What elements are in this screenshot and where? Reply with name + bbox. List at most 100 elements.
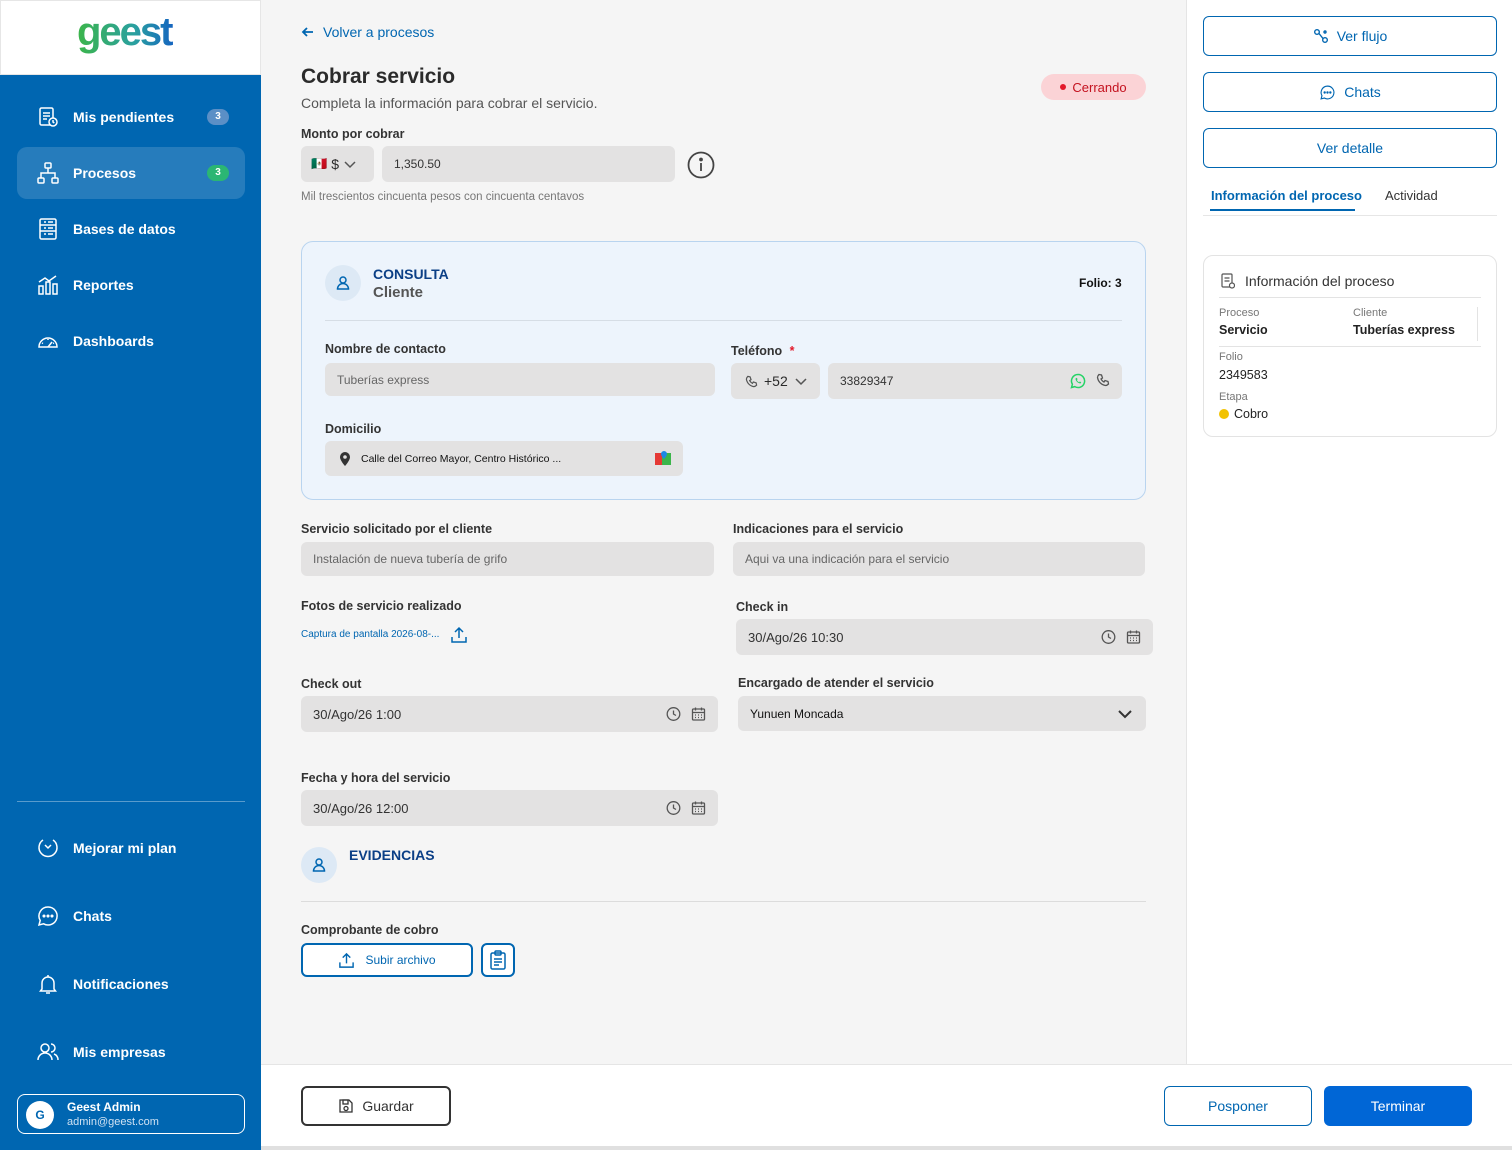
photo-file-link[interactable]: Captura de pantalla 2026-08-...	[301, 629, 439, 640]
assignee-label: Encargado de atender el servicio	[738, 676, 934, 690]
client-avatar	[325, 265, 361, 301]
cliente-value: Tuberías express	[1353, 323, 1455, 337]
sidebar-item-mis-empresas[interactable]: Mis empresas	[17, 1026, 245, 1078]
upgrade-icon	[38, 839, 58, 858]
etapa-value: Cobro	[1219, 407, 1268, 421]
currency-symbol: $	[331, 156, 339, 172]
cliente-label: Cliente	[1353, 307, 1388, 319]
whatsapp-icon[interactable]	[1070, 373, 1086, 389]
currency-select[interactable]: 🇲🇽 $	[301, 146, 374, 182]
chats-label: Chats	[1344, 84, 1381, 100]
view-detail-button[interactable]: Ver detalle	[1203, 128, 1497, 168]
document-icon	[1221, 273, 1235, 289]
calendar-icon[interactable]	[1126, 630, 1141, 645]
user-name: Geest Admin	[67, 1100, 141, 1114]
info-divider	[1219, 346, 1481, 347]
sidebar-item-mis-pendientes[interactable]: Mis pendientes 3	[17, 91, 245, 143]
sidebar-item-label: Procesos	[73, 165, 137, 181]
page-title: Cobrar servicio	[301, 65, 456, 88]
checkout-value: 30/Ago/26 1:00	[313, 706, 402, 722]
checkin-input[interactable]: 30/Ago/26 10:30	[736, 619, 1153, 655]
sidebar: geest Mis pendientes 3 Procesos 3 Bases …	[0, 0, 261, 1150]
chat-icon	[37, 906, 58, 927]
flow-icon	[1313, 29, 1328, 43]
count-badge: 3	[207, 109, 229, 125]
postpone-button[interactable]: Posponer	[1164, 1086, 1312, 1126]
assignee-value: Yunuen Moncada	[750, 706, 844, 721]
back-link[interactable]: Volver a procesos	[301, 24, 434, 40]
folio-label-right: Folio	[1219, 351, 1243, 363]
geest-logo[interactable]: geest	[77, 13, 187, 63]
sidebar-item-label: Mis empresas	[73, 1044, 166, 1060]
sidebar-item-notificaciones[interactable]: Notificaciones	[17, 958, 245, 1010]
info-icon[interactable]	[687, 151, 715, 179]
phone-icon	[745, 375, 758, 387]
back-link-label: Volver a procesos	[323, 24, 435, 40]
tabs-divider	[1203, 215, 1497, 216]
etapa-text: Cobro	[1234, 407, 1269, 421]
view-flow-button[interactable]: Ver flujo	[1203, 16, 1497, 56]
view-flow-label: Ver flujo	[1336, 28, 1388, 44]
user-email: admin@geest.com	[67, 1116, 159, 1128]
service-input[interactable]: Instalación de nueva tubería de grifo	[301, 542, 714, 576]
upload-icon[interactable]	[450, 626, 468, 644]
finish-button[interactable]: Terminar	[1324, 1086, 1472, 1126]
indications-input[interactable]: Aqui va una indicación para el servicio	[733, 542, 1145, 576]
chat-icon	[1320, 85, 1335, 100]
right-panel: Ver flujo Chats Ver detalle Información …	[1186, 0, 1512, 1064]
clipboard-button[interactable]	[481, 943, 515, 977]
clock-icon[interactable]	[1101, 630, 1116, 645]
bell-icon	[39, 975, 57, 994]
phone-input[interactable]: 33829347	[828, 363, 1122, 399]
status-label: Cerrando	[1072, 79, 1127, 95]
sidebar-item-label: Reportes	[73, 277, 134, 293]
logo-area: geest	[0, 0, 261, 75]
user-card[interactable]: G Geest Admin admin@geest.com	[17, 1094, 245, 1134]
datetime-input[interactable]: 30/Ago/26 12:00	[301, 790, 718, 826]
sidebar-item-dashboards[interactable]: Dashboards	[17, 315, 245, 367]
folio-value: 2349583	[1219, 368, 1268, 382]
address-input[interactable]: Calle del Correo Mayor, Centro Histórico…	[325, 441, 683, 476]
location-pin-icon	[340, 451, 350, 466]
sidebar-item-mejorar-plan[interactable]: Mejorar mi plan	[17, 822, 245, 874]
database-list-icon	[39, 218, 57, 240]
calendar-icon[interactable]	[691, 801, 706, 816]
arrow-left-icon	[301, 27, 313, 37]
bottom-scrollbar	[261, 1146, 1512, 1150]
map-icon[interactable]	[655, 451, 671, 466]
datetime-label: Fecha y hora del servicio	[301, 771, 451, 785]
save-button[interactable]: Guardar	[301, 1086, 451, 1126]
process-info-card: Información del proceso Proceso Servicio…	[1203, 255, 1497, 437]
tab-process-info[interactable]: Información del proceso	[1211, 188, 1362, 203]
call-icon[interactable]	[1096, 373, 1110, 387]
checkout-input[interactable]: 30/Ago/26 1:00	[301, 696, 718, 732]
upload-file-button[interactable]: Subir archivo	[301, 943, 473, 977]
sidebar-item-procesos[interactable]: Procesos 3	[17, 147, 245, 199]
clipboard-icon	[490, 950, 506, 970]
assignee-select[interactable]: Yunuen Moncada	[738, 696, 1146, 731]
card-divider	[325, 320, 1122, 321]
clock-icon[interactable]	[666, 707, 681, 722]
sidebar-item-bases-de-datos[interactable]: Bases de datos	[17, 203, 245, 255]
calendar-icon[interactable]	[691, 707, 706, 722]
service-label: Servicio solicitado por el cliente	[301, 522, 493, 536]
clock-icon[interactable]	[666, 801, 681, 816]
checkin-label: Check in	[736, 600, 789, 614]
indications-label: Indicaciones para el servicio	[733, 522, 904, 536]
amount-input[interactable]: 1,350.50	[382, 146, 675, 182]
phone-code-select[interactable]: +52	[731, 363, 820, 399]
contact-input[interactable]: Tuberías express	[325, 363, 715, 396]
sidebar-item-reportes[interactable]: Reportes	[17, 259, 245, 311]
tab-activity[interactable]: Actividad	[1385, 188, 1438, 203]
amount-label: Monto por cobrar	[301, 127, 405, 141]
sidebar-item-chats[interactable]: Chats	[17, 890, 245, 942]
mexico-flag-icon: 🇲🇽	[311, 156, 328, 171]
sidebar-item-label: Mejorar mi plan	[73, 840, 177, 856]
sidebar-item-label: Notificaciones	[73, 976, 169, 992]
sidebar-item-label: Dashboards	[73, 333, 154, 349]
footer: Guardar Posponer Terminar	[261, 1064, 1512, 1146]
users-icon	[37, 1043, 59, 1061]
clipboard-clock-icon	[39, 107, 58, 127]
chats-button[interactable]: Chats	[1203, 72, 1497, 112]
sidebar-divider	[17, 801, 245, 802]
